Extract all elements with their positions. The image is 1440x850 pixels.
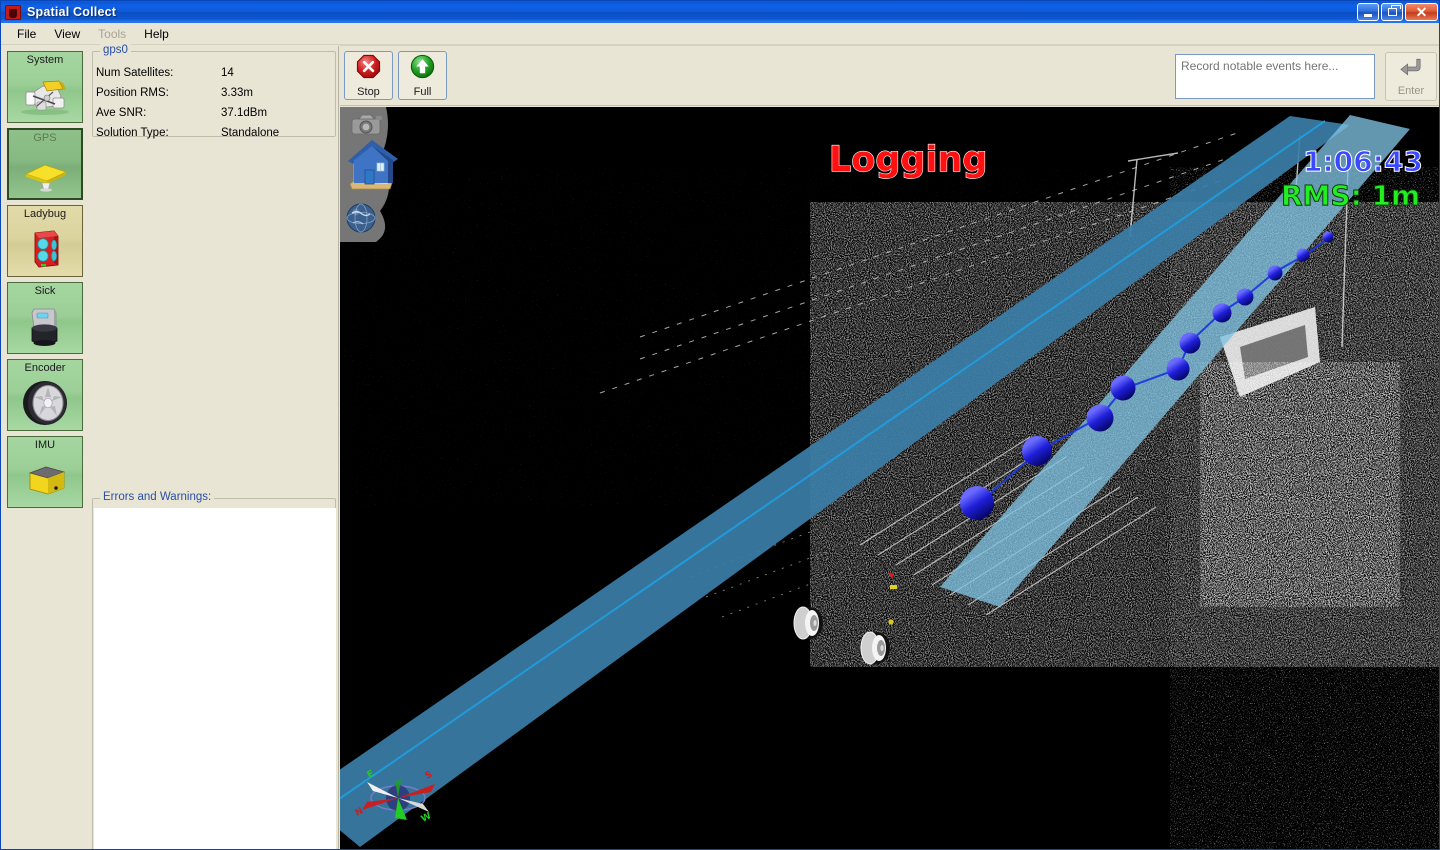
gps-value: 3.33m — [221, 87, 253, 99]
wheel-model — [793, 606, 823, 640]
sidebar-item-label: IMU — [34, 439, 56, 451]
sidebar-item-label: Sick — [34, 285, 56, 297]
enter-button-label: Enter — [1397, 85, 1425, 97]
event-note-input[interactable] — [1175, 54, 1375, 99]
sidebar-item-ladybug[interactable]: Ladybug — [7, 205, 83, 277]
toolbar: Stop Full Record notable events here... … — [340, 45, 1439, 106]
gps-value: Standalone — [221, 127, 280, 139]
svg-text:E: E — [366, 769, 376, 781]
full-button[interactable]: Full — [398, 51, 447, 100]
axis-orientation-gizmo[interactable]: E S N W — [351, 762, 446, 837]
menu-file[interactable]: File — [8, 24, 45, 44]
restore-button[interactable] — [1381, 3, 1403, 21]
info-panel: gps0 Num Satellites: 14 Position RMS: 3.… — [89, 44, 339, 849]
close-button[interactable]: ✕ — [1405, 3, 1438, 21]
minimize-button[interactable] — [1357, 3, 1379, 21]
sidebar-item-gps[interactable]: GPS — [7, 128, 83, 200]
menu-help[interactable]: Help — [135, 24, 178, 44]
sidebar-item-encoder[interactable]: Encoder — [7, 359, 83, 431]
sidebar-item-imu[interactable]: IMU — [7, 436, 83, 508]
window-title: Spatial Collect — [27, 5, 117, 19]
gps-status-group: gps0 Num Satellites: 14 Position RMS: 3.… — [92, 44, 336, 139]
gps-row-position-rms: Position RMS: 3.33m — [96, 83, 335, 103]
menu-view[interactable]: View — [45, 24, 89, 44]
imu-box-icon — [8, 452, 82, 507]
gps-key: Solution Type: — [96, 127, 169, 139]
camera-pod-icon — [8, 221, 82, 276]
gps-value: 37.1dBm — [221, 107, 268, 119]
gps-row-num-satellites: Num Satellites: 14 — [96, 63, 335, 83]
enter-button[interactable]: Enter — [1385, 52, 1437, 101]
engine-icon — [8, 67, 82, 122]
window-controls: ✕ — [1357, 3, 1438, 21]
errors-warnings-group: Errors and Warnings: — [92, 491, 336, 849]
gps-rows: Num Satellites: 14 Position RMS: 3.33m A… — [93, 52, 335, 143]
stop-button[interactable]: Stop — [344, 51, 393, 100]
sidebar-item-system[interactable]: System — [7, 51, 83, 123]
gps-row-ave-snr: Ave SNR: 37.1dBm — [96, 103, 335, 123]
stop-octagon-icon — [356, 54, 381, 84]
title-bar: Spatial Collect ✕ — [1, 1, 1439, 23]
wheel-icon — [8, 375, 82, 430]
green-up-arrow-icon — [410, 54, 435, 84]
menu-tools: Tools — [98, 26, 127, 41]
device-sidebar: System GPS Ladybug Sick Encoder IMU — [1, 46, 89, 849]
globe-icon[interactable] — [344, 201, 378, 240]
gps-key: Num Satellites: — [96, 67, 174, 79]
gps-group-title: gps0 — [100, 44, 131, 56]
sidebar-item-label: Ladybug — [23, 208, 67, 220]
close-icon: ✕ — [1415, 3, 1428, 20]
gps-key: Position RMS: — [96, 87, 169, 99]
minimize-icon — [1364, 14, 1372, 17]
wheel-model — [860, 631, 890, 665]
svg-text:W: W — [420, 811, 434, 825]
lidar-icon — [8, 298, 82, 353]
home-icon[interactable] — [344, 137, 404, 200]
errors-log-area[interactable] — [94, 508, 336, 849]
pointcloud-viewport[interactable]: E S N W Logging 1:06:43 RMS: 1m — [340, 107, 1439, 849]
app-icon — [5, 4, 21, 20]
svg-text:S: S — [424, 770, 434, 782]
return-arrow-icon — [1399, 56, 1424, 83]
gps-value: 14 — [221, 67, 234, 79]
restore-icon — [1387, 5, 1401, 16]
full-button-label: Full — [413, 85, 432, 98]
sidebar-item-label: GPS — [33, 132, 57, 144]
errors-group-title: Errors and Warnings: — [100, 491, 215, 503]
application-window: Spatial Collect ✕ File View Tools Help S… — [0, 0, 1440, 850]
gps-row-solution-type: Solution Type: Standalone — [96, 123, 335, 143]
sidebar-item-label: System — [26, 54, 64, 66]
stop-button-label: Stop — [357, 85, 380, 98]
sidebar-item-label: Encoder — [24, 362, 66, 374]
sidebar-item-sick[interactable]: Sick — [7, 282, 83, 354]
pointcloud-scene — [340, 107, 1439, 849]
antenna-icon — [9, 145, 81, 198]
menu-bar: File View Tools Help — [1, 23, 1439, 45]
gps-key: Ave SNR: — [96, 107, 147, 119]
